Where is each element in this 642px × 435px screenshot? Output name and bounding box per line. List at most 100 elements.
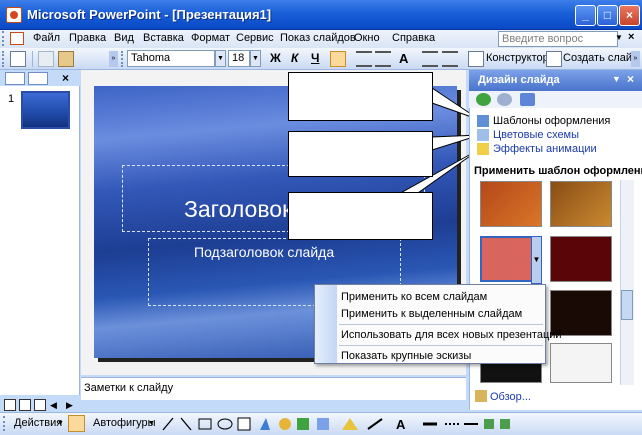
rectangle-tool-icon [198, 418, 212, 430]
toolbar-overflow-icon[interactable]: » [109, 51, 118, 67]
autoshapes-dropdown-icon[interactable]: ▼ [148, 420, 155, 427]
slide-thumbnail[interactable] [21, 91, 70, 129]
scrollbar-thumb[interactable] [621, 290, 633, 320]
context-menu-separator [339, 345, 543, 346]
back-icon[interactable] [476, 93, 491, 106]
drawbar-grip[interactable] [3, 416, 6, 431]
tab-outline[interactable] [5, 72, 25, 85]
numbering-icon[interactable] [356, 51, 372, 67]
italic-button[interactable]: К [291, 51, 298, 65]
toolbar-grip[interactable] [2, 51, 5, 67]
slide-title[interactable]: Заголовок [184, 196, 292, 223]
template-thumb-1[interactable] [480, 181, 542, 227]
menu-help[interactable]: Справка [392, 32, 435, 44]
font-size-dropdown-icon[interactable]: ▼ [250, 50, 261, 67]
wordart-icon [260, 418, 270, 430]
line-color-icon [367, 418, 383, 430]
pane-tabs: × [0, 70, 80, 86]
menu-format[interactable]: Формат [191, 32, 230, 44]
designer-icon[interactable] [468, 51, 484, 67]
task-pane-close-button[interactable]: × [627, 72, 634, 86]
link-animation-schemes[interactable]: Эффекты анимации [493, 143, 597, 155]
font-name-dropdown-icon[interactable]: ▼ [215, 50, 226, 67]
oval-tool-icon [217, 418, 233, 430]
help-search-input[interactable]: Введите вопрос [498, 31, 618, 47]
menu-view[interactable]: Вид [114, 32, 134, 44]
document-icon[interactable] [10, 32, 24, 45]
maximize-button[interactable]: □ [597, 5, 618, 26]
menu-slideshow[interactable]: Показ слайдов [280, 32, 356, 44]
template-dropdown-icon[interactable]: ▼ [531, 236, 542, 284]
slideshow-icon[interactable] [34, 399, 46, 411]
help-dropdown-icon[interactable]: ▼ [615, 33, 623, 42]
menu-grip[interactable] [2, 31, 5, 46]
link-color-schemes[interactable]: Цветовые схемы [493, 129, 579, 141]
toolbar-separator [32, 51, 33, 67]
menu-window[interactable]: Окно [354, 32, 380, 44]
forward-icon[interactable] [497, 93, 512, 106]
slide-sorter-icon[interactable] [19, 399, 31, 411]
bold-button[interactable]: Ж [270, 51, 281, 65]
window-title: Microsoft PowerPoint - [Презентация1] [27, 7, 272, 22]
scroll-right-icon[interactable]: ▶ [66, 400, 73, 411]
autoshapes-menu[interactable]: Автофигуры [93, 417, 156, 429]
bullets-icon[interactable] [375, 51, 391, 67]
ctx-use-for-new[interactable]: Использовать для всех новых презентаций [341, 329, 562, 341]
designer-button[interactable]: Конструктор [486, 52, 549, 64]
font-name-combo[interactable]: Tahoma [127, 50, 215, 67]
clipart-icon [297, 418, 309, 430]
task-pane-menu-icon[interactable]: ▼ [612, 74, 621, 84]
link-design-templates[interactable]: Шаблоны оформления [493, 115, 610, 127]
actions-dropdown-icon[interactable]: ▼ [57, 420, 64, 427]
menu-insert[interactable]: Вставка [143, 32, 184, 44]
menu-tools[interactable]: Сервис [236, 32, 274, 44]
task-pane-nav [469, 91, 642, 108]
underline-button[interactable]: Ч [311, 51, 319, 65]
document-close-button[interactable]: × [628, 31, 634, 43]
normal-view-icon[interactable] [4, 399, 16, 411]
scroll-left-icon[interactable]: ◀ [50, 400, 57, 411]
standard-toolbar: » Tahoma ▼ 18 ▼ Ж К Ч A Конструктор Созд… [0, 48, 642, 70]
format-overflow-icon[interactable]: » [631, 51, 640, 67]
browse-link[interactable]: Обзор... [490, 391, 531, 403]
minimize-button[interactable]: _ [575, 5, 596, 26]
menu-edit[interactable]: Правка [69, 32, 106, 44]
ctx-show-large[interactable]: Показать крупные эскизы [341, 350, 471, 362]
slide-subtitle[interactable]: Подзаголовок слайда [194, 244, 334, 260]
animation-star-icon [477, 143, 489, 155]
drawing-tools: A [162, 417, 510, 432]
decrease-indent-icon[interactable] [422, 51, 438, 67]
actions-menu[interactable]: Действия [14, 417, 62, 429]
pane-close-icon[interactable]: × [62, 71, 69, 85]
increase-font-button[interactable]: A [399, 51, 408, 66]
tab-slides[interactable] [28, 72, 48, 85]
paste-icon[interactable] [58, 51, 74, 67]
template-thumb-2[interactable] [550, 181, 612, 227]
context-menu-separator [339, 324, 543, 325]
powerpoint-app-icon[interactable] [6, 7, 22, 23]
picture-icon [317, 418, 329, 430]
new-slide-button[interactable]: Создать слайд [563, 52, 638, 64]
notes-placeholder[interactable]: Заметки к слайду [84, 382, 173, 394]
template-thumb-4[interactable] [550, 236, 612, 282]
new-slide-icon[interactable] [546, 51, 562, 67]
new-document-icon[interactable] [10, 51, 26, 67]
font-size-combo[interactable]: 18 [228, 50, 250, 67]
increase-indent-icon[interactable] [442, 51, 458, 67]
menu-file[interactable]: Файл [33, 32, 60, 44]
select-pointer-icon[interactable] [68, 415, 85, 432]
apply-template-label: Применить шаблон оформления: [474, 165, 642, 177]
task-pane-title[interactable]: Дизайн слайда [478, 74, 560, 86]
ctx-apply-selected[interactable]: Применить к выделенным слайдам [341, 308, 522, 320]
templates-scrollbar[interactable] [620, 180, 634, 385]
home-icon[interactable] [520, 93, 535, 106]
align-left-icon[interactable] [330, 51, 346, 67]
callout-box-2 [288, 131, 433, 177]
arrow-tool-icon [180, 417, 192, 431]
ctx-apply-all[interactable]: Применить ко всем слайдам [341, 291, 487, 303]
copy-icon[interactable] [38, 51, 54, 67]
format-toolbar-grip[interactable] [121, 51, 124, 67]
callout-box-1 [288, 72, 433, 121]
close-button[interactable]: × [619, 5, 640, 26]
template-thumb-8[interactable] [550, 343, 612, 383]
